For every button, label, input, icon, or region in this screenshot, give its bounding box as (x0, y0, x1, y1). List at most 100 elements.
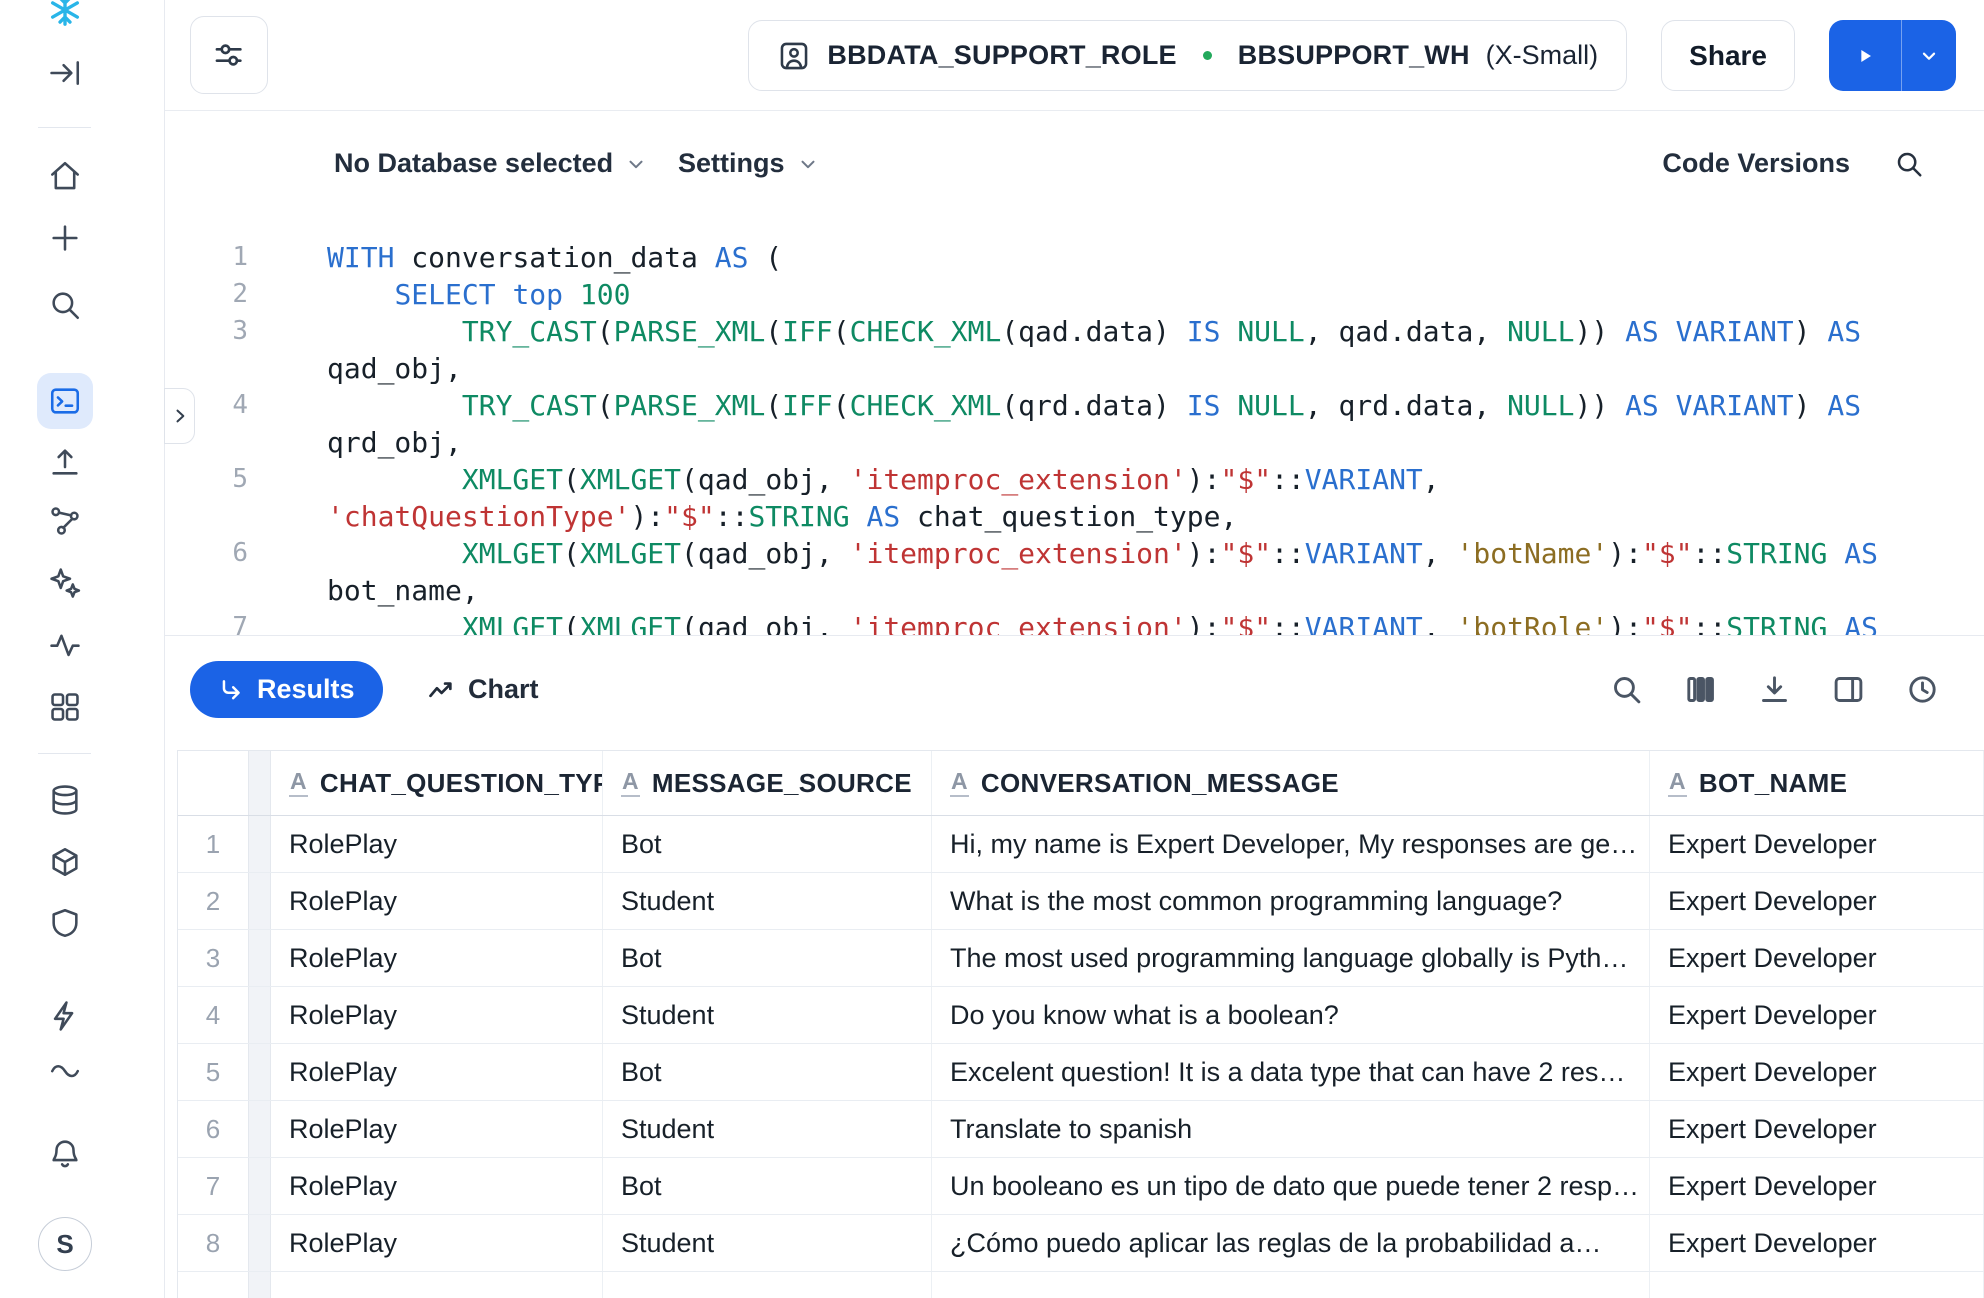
history-clock-icon[interactable] (1906, 673, 1939, 706)
automation-bolt-icon[interactable] (37, 988, 93, 1044)
table-cell[interactable]: Student (603, 987, 932, 1043)
code-text[interactable]: WITH conversation_data AS ( (248, 239, 782, 276)
table-cell[interactable]: Do you know what is a boolean? (932, 987, 1650, 1043)
databases-icon[interactable] (37, 772, 93, 828)
column-header[interactable]: ACHAT_QUESTION_TYPE (271, 751, 603, 815)
notifications-bell-icon[interactable] (37, 1125, 93, 1181)
code-text[interactable]: SELECT top 100 (248, 276, 630, 313)
table-cell[interactable]: Excelent question! It is a data type tha… (932, 1044, 1650, 1100)
column-type-icon: A (289, 769, 308, 796)
table-cell[interactable]: Student (603, 873, 932, 929)
code-text[interactable]: 'chatQuestionType'):"$"::STRING AS chat_… (248, 498, 1237, 535)
table-cell[interactable]: Expert Developer (1650, 1215, 1984, 1271)
table-cell[interactable]: RolePlay (271, 987, 603, 1043)
download-icon[interactable] (1758, 673, 1791, 706)
user-avatar[interactable]: S (38, 1217, 92, 1271)
code-text[interactable]: XMLGET(XMLGET(qad_obj, 'itemproc_extensi… (248, 609, 1878, 635)
code-line: 7 XMLGET(XMLGET(qad_obj, 'itemproc_exten… (165, 609, 1984, 635)
upload-deploy-icon[interactable] (37, 434, 93, 490)
table-cell[interactable]: What is the most common programming lang… (932, 873, 1650, 929)
settings-menu[interactable]: Settings (678, 112, 819, 215)
run-button[interactable] (1829, 20, 1902, 91)
code-text[interactable]: bot_name, (248, 572, 479, 609)
table-cell[interactable]: Hi, my name is Expert Developer, My resp… (932, 816, 1650, 872)
governance-shield-icon[interactable] (37, 895, 93, 951)
code-text[interactable]: TRY_CAST(PARSE_XML(IFF(CHECK_XML(qrd.dat… (248, 387, 1861, 424)
columns-icon[interactable] (1684, 673, 1717, 706)
table-cell[interactable]: Expert Developer (1650, 1101, 1984, 1157)
table-cell[interactable]: Expert Developer (1650, 987, 1984, 1043)
code-token (563, 278, 580, 311)
table-cell[interactable]: RolePlay (271, 1158, 603, 1214)
table-cell[interactable]: RolePlay (271, 873, 603, 929)
table-cell[interactable]: Expert Developer (1650, 816, 1984, 872)
new-worksheet-plus-icon[interactable] (37, 210, 93, 266)
results-toolbar: Results Chart (165, 635, 1984, 750)
code-versions-button[interactable]: Code Versions (1662, 148, 1850, 179)
code-line: 5 XMLGET(XMLGET(qad_obj, 'itemproc_exten… (165, 461, 1984, 498)
go-to-icon[interactable] (37, 45, 93, 101)
code-token: ( (563, 537, 580, 570)
column-header[interactable]: AMESSAGE_SOURCE (603, 751, 932, 815)
table-cell[interactable]: Student (603, 1101, 932, 1157)
database-selector[interactable]: No Database selected (334, 112, 647, 215)
copilot-sparkles-icon[interactable] (37, 555, 93, 611)
table-cell[interactable]: Student (603, 1215, 932, 1271)
tab-chart[interactable]: Chart (427, 661, 539, 718)
worksheets-icon[interactable] (37, 373, 93, 429)
table-cell[interactable]: RolePlay (271, 816, 603, 872)
column-type-icon: A (1668, 769, 1687, 796)
snowflake-logo-icon[interactable] (37, 0, 93, 38)
table-cell[interactable]: Bot (603, 816, 932, 872)
results-search-icon[interactable] (1610, 673, 1643, 706)
table-cell[interactable]: The most used programming language globa… (932, 930, 1650, 986)
column-header[interactable]: ACONVERSATION_MESSAGE (932, 751, 1650, 815)
expand-panel-tab[interactable] (164, 388, 195, 444)
table-cell[interactable]: Bot (603, 930, 932, 986)
code-line: qrd_obj, (165, 424, 1984, 461)
table-cell[interactable]: RolePlay (271, 1044, 603, 1100)
code-token: AS (1827, 389, 1861, 422)
code-token: ( (833, 315, 850, 348)
table-cell[interactable]: RolePlay (271, 1101, 603, 1157)
activity-icon[interactable] (37, 617, 93, 673)
table-cell[interactable]: Expert Developer (1650, 873, 1984, 929)
context-selector[interactable]: BBDATA_SUPPORT_ROLE BBSUPPORT_WH (X-Smal… (748, 20, 1627, 91)
warehouse-status-dot (1203, 51, 1212, 60)
code-text[interactable]: XMLGET(XMLGET(qad_obj, 'itemproc_extensi… (248, 535, 1878, 572)
editor-search-icon[interactable] (1894, 149, 1924, 179)
table-cell[interactable]: Expert Developer (1650, 1158, 1984, 1214)
table-cell[interactable]: Un booleano es un tipo de dato que puede… (932, 1158, 1650, 1214)
filters-button[interactable] (190, 16, 268, 94)
table-cell[interactable]: Bot (603, 1158, 932, 1214)
share-button[interactable]: Share (1661, 20, 1795, 91)
sql-editor[interactable]: 1WITH conversation_data AS (2 SELECT top… (165, 215, 1984, 635)
table-cell[interactable]: RolePlay (271, 1215, 603, 1271)
hierarchy-icon[interactable] (37, 493, 93, 549)
run-options-button[interactable] (1902, 20, 1956, 91)
side-panel-icon[interactable] (1832, 673, 1865, 706)
table-cell (1650, 1272, 1984, 1298)
table-cell[interactable]: RolePlay (271, 930, 603, 986)
streams-tilde-icon[interactable] (37, 1041, 93, 1097)
code-text[interactable]: TRY_CAST(PARSE_XML(IFF(CHECK_XML(qad.dat… (248, 313, 1861, 350)
apps-grid-icon[interactable] (37, 679, 93, 735)
code-text[interactable]: qrd_obj, (248, 424, 462, 461)
code-text[interactable]: qad_obj, (248, 350, 462, 387)
code-text[interactable]: XMLGET(XMLGET(qad_obj, 'itemproc_extensi… (248, 461, 1440, 498)
table-cell[interactable]: Expert Developer (1650, 930, 1984, 986)
code-token (327, 278, 394, 311)
row-number-header (178, 751, 249, 815)
code-token: "$" (664, 500, 715, 533)
table-cell[interactable]: Bot (603, 1044, 932, 1100)
tab-results[interactable]: Results (190, 661, 383, 718)
table-cell[interactable]: Expert Developer (1650, 1044, 1984, 1100)
search-icon[interactable] (37, 277, 93, 333)
data-products-icon[interactable] (37, 834, 93, 890)
table-cell[interactable]: Translate to spanish (932, 1101, 1650, 1157)
column-header[interactable]: ABOT_NAME (1650, 751, 1984, 815)
code-token: 'chatQuestionType' (327, 500, 630, 533)
code-token: XMLGET (580, 463, 681, 496)
table-cell[interactable]: ¿Cómo puedo aplicar las reglas de la pro… (932, 1215, 1650, 1271)
home-icon[interactable] (37, 148, 93, 204)
